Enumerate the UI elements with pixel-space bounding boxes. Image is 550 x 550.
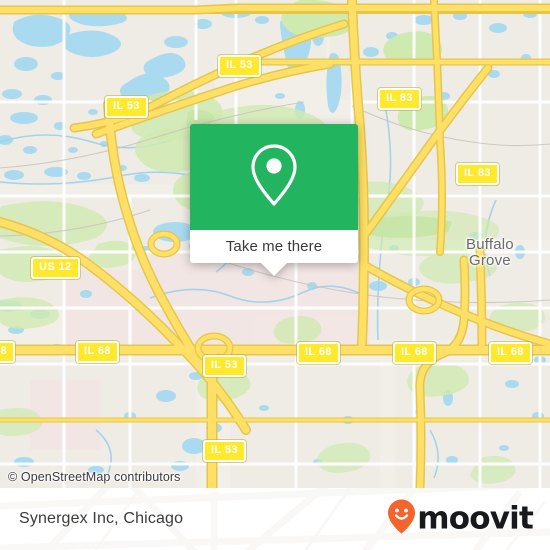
- road-shield: IL 68: [489, 342, 532, 364]
- osm-attribution[interactable]: © OpenStreetMap contributors: [8, 470, 181, 484]
- popup-action-bar[interactable]: Take me there: [190, 230, 358, 276]
- moovit-brand[interactable]: moovit: [387, 499, 534, 540]
- map-canvas[interactable]: IL 53 IL 53 IL 83 IL 83 US 12 68 IL 68 I…: [0, 0, 550, 488]
- moovit-map-screenshot: IL 53 IL 53 IL 83 IL 83 US 12 68 IL 68 I…: [0, 0, 550, 550]
- road-shield: IL 83: [456, 163, 499, 185]
- location-popup-card[interactable]: Take me there: [190, 124, 358, 276]
- map-pin-icon: [249, 142, 299, 213]
- popup-pointer-tail: [261, 263, 287, 276]
- road-shield: IL 53: [105, 96, 148, 118]
- bottom-info-bar: Synergex Inc, Chicago moovit: [0, 488, 550, 550]
- road-shield: 68: [0, 341, 16, 363]
- road-shield: IL 68: [393, 342, 436, 364]
- moovit-smiley-pin-icon: [387, 499, 416, 540]
- take-me-there-label: Take me there: [225, 238, 323, 255]
- road-shield: IL 83: [378, 88, 421, 110]
- popup-image-area: [190, 124, 358, 230]
- road-shield: IL 68: [76, 341, 119, 363]
- moovit-wordmark: moovit: [417, 500, 534, 537]
- road-shield: IL 68: [297, 342, 340, 364]
- place-label-buffalo-grove: Buffalo Grove: [466, 236, 514, 270]
- road-shield: US 12: [31, 257, 80, 279]
- road-shield: IL 53: [218, 55, 261, 77]
- road-shield: IL 53: [203, 440, 246, 462]
- location-title: Synergex Inc, Chicago: [19, 510, 184, 527]
- road-shield: IL 53: [203, 355, 246, 377]
